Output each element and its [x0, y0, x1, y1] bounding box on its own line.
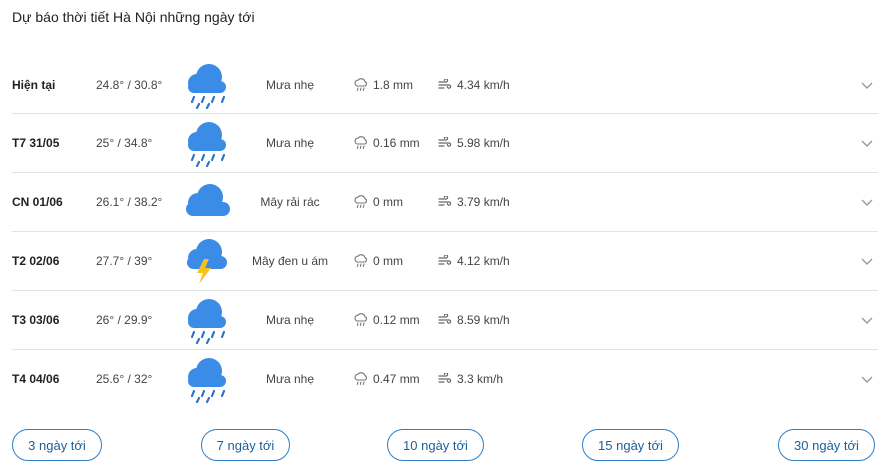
- thunderstorm-cloud-icon: [187, 239, 227, 284]
- precipitation: 0.12 mm: [354, 313, 420, 327]
- precipitation: 0.47 mm: [354, 372, 420, 386]
- cloud-icon: [186, 184, 230, 216]
- forecast-row[interactable]: T3 03/06 26° / 29.9° Mưa nhẹ 0.12 mm 8.5…: [12, 291, 878, 350]
- forecast-row[interactable]: T7 31/05 25° / 34.8° Mưa nhẹ 0.16 mm 5.9…: [12, 114, 878, 173]
- wind-icon: [438, 373, 452, 383]
- chevron-down-icon[interactable]: [860, 78, 874, 92]
- day-label: CN 01/06: [12, 195, 63, 209]
- precipitation: 0.16 mm: [354, 136, 420, 150]
- precipitation-icon: [354, 254, 367, 268]
- chevron-down-icon[interactable]: [860, 254, 874, 268]
- chevron-down-icon[interactable]: [860, 372, 874, 386]
- precipitation-value: 0.16 mm: [373, 136, 420, 150]
- forecast-row[interactable]: CN 01/06 26.1° / 38.2° Mây rải rác 0 mm …: [12, 173, 878, 232]
- forecast-10-days-button[interactable]: 10 ngày tới: [387, 429, 484, 461]
- day-label: Hiện tại: [12, 78, 56, 92]
- temperature-range: 25.6° / 32°: [96, 372, 153, 386]
- wind-icon: [438, 137, 452, 147]
- day-label: T7 31/05: [12, 136, 60, 150]
- wind: 3.79 km/h: [438, 195, 510, 209]
- wind-value: 4.12 km/h: [457, 254, 510, 268]
- precipitation-value: 0 mm: [373, 254, 403, 268]
- wind: 5.98 km/h: [438, 136, 510, 150]
- precipitation-value: 1.8 mm: [373, 78, 414, 92]
- wind-value: 3.79 km/h: [457, 195, 510, 209]
- precipitation-icon: [354, 372, 367, 386]
- weather-description: Mây đen u ám: [251, 254, 329, 268]
- chevron-down-icon[interactable]: [860, 313, 874, 327]
- wind: 4.12 km/h: [438, 254, 510, 268]
- wind-icon: [438, 196, 452, 206]
- wind: 4.34 km/h: [438, 78, 510, 92]
- precipitation-icon: [354, 136, 367, 150]
- temperature-range: 26.1° / 38.2°: [96, 195, 163, 209]
- precipitation-icon: [354, 313, 367, 327]
- precipitation: 1.8 mm: [354, 78, 413, 92]
- precipitation-value: 0.12 mm: [373, 313, 420, 327]
- forecast-3-days-button[interactable]: 3 ngày tới: [12, 429, 102, 461]
- precipitation-icon: [354, 78, 367, 92]
- page-title: Dự báo thời tiết Hà Nội những ngày tới: [12, 9, 255, 25]
- precipitation-icon: [354, 195, 367, 209]
- weather-description: Mưa nhẹ: [265, 136, 315, 150]
- precipitation: 0 mm: [354, 195, 403, 209]
- temperature-range: 24.8° / 30.8°: [96, 78, 163, 92]
- wind-icon: [438, 79, 452, 89]
- precipitation-value: 0.47 mm: [373, 372, 420, 386]
- forecast-row[interactable]: Hiện tại 24.8° / 30.8° Mưa nhẹ 1.8 mm 4.…: [12, 57, 878, 114]
- forecast-list: Hiện tại 24.8° / 30.8° Mưa nhẹ 1.8 mm 4.…: [12, 57, 878, 408]
- rain-cloud-icon: [188, 358, 226, 403]
- weather-description: Mưa nhẹ: [265, 372, 315, 386]
- rain-cloud-icon: [188, 64, 226, 109]
- wind: 8.59 km/h: [438, 313, 510, 327]
- temperature-range: 27.7° / 39°: [96, 254, 153, 268]
- forecast-row[interactable]: T2 02/06 27.7° / 39° Mây đen u ám 0 mm 4…: [12, 232, 878, 291]
- chevron-down-icon[interactable]: [860, 136, 874, 150]
- wind-value: 5.98 km/h: [457, 136, 510, 150]
- day-label: T2 02/06: [12, 254, 60, 268]
- day-label: T3 03/06: [12, 313, 60, 327]
- weather-description: Mưa nhẹ: [265, 313, 315, 327]
- wind-value: 3.3 km/h: [457, 372, 504, 386]
- forecast-7-days-button[interactable]: 7 ngày tới: [201, 429, 290, 461]
- temperature-range: 25° / 34.8°: [96, 136, 153, 150]
- weather-description: Mây rải rác: [260, 195, 320, 209]
- wind-icon: [438, 255, 452, 265]
- weather-description: Mưa nhẹ: [265, 78, 315, 92]
- forecast-30-days-button[interactable]: 30 ngày tới: [778, 429, 875, 461]
- rain-cloud-icon: [188, 299, 226, 344]
- day-label: T4 04/06: [12, 372, 60, 386]
- forecast-row[interactable]: T4 04/06 25.6° / 32° Mưa nhẹ 0.47 mm 3.3…: [12, 350, 878, 408]
- wind-value: 8.59 km/h: [457, 313, 510, 327]
- forecast-15-days-button[interactable]: 15 ngày tới: [582, 429, 679, 461]
- temperature-range: 26° / 29.9°: [96, 313, 153, 327]
- wind-icon: [438, 314, 452, 324]
- precipitation-value: 0 mm: [373, 195, 403, 209]
- chevron-down-icon[interactable]: [860, 195, 874, 209]
- rain-cloud-icon: [188, 122, 226, 167]
- wind: 3.3 km/h: [438, 372, 503, 386]
- precipitation: 0 mm: [354, 254, 403, 268]
- wind-value: 4.34 km/h: [457, 78, 510, 92]
